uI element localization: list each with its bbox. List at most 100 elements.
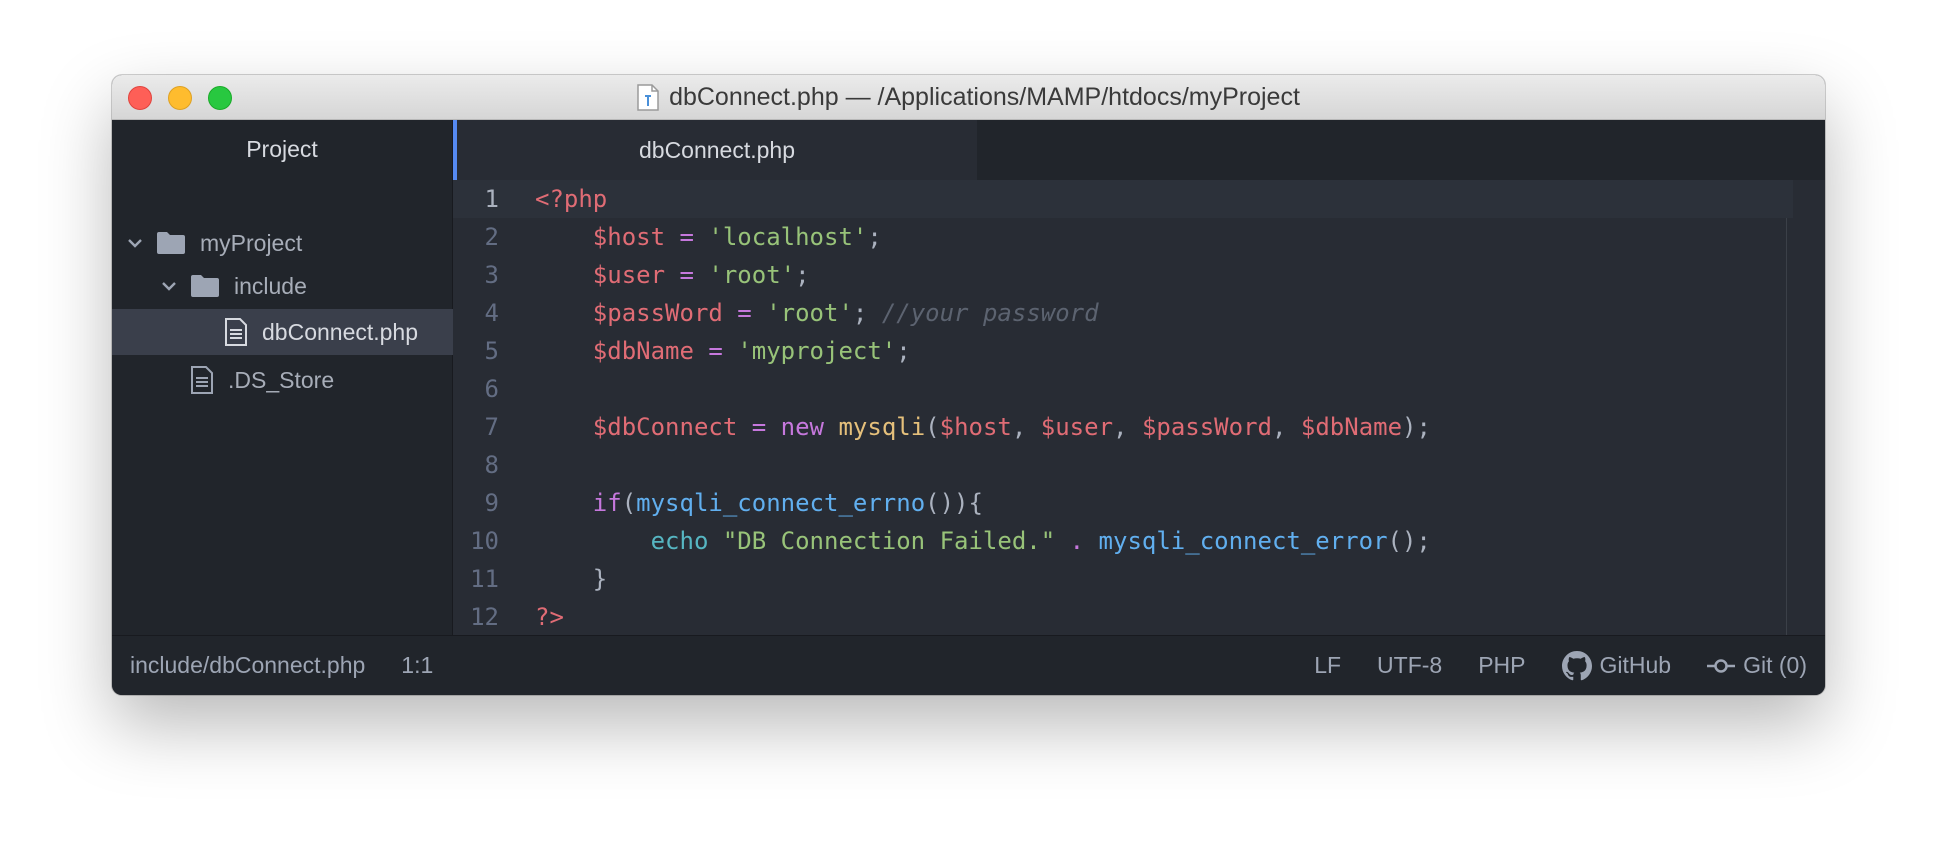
code-token: ();: [1387, 527, 1431, 555]
line-number[interactable]: 2: [453, 218, 499, 256]
folder-icon: [190, 274, 220, 298]
title-bar[interactable]: dbConnect.php — /Applications/MAMP/htdoc…: [112, 75, 1825, 120]
code-token: $dbConnect: [592, 413, 738, 441]
code-token: ()){: [925, 489, 983, 517]
code-line[interactable]: 9 if(mysqli_connect_errno()){: [453, 484, 1793, 522]
code-line-text: $host = 'localhost';: [535, 218, 882, 256]
line-number[interactable]: 3: [453, 256, 499, 294]
code-token: new: [780, 413, 825, 441]
code-token: $passWord: [1141, 413, 1272, 441]
tab-dbconnect-php[interactable]: dbConnect.php: [453, 120, 977, 180]
code-token: =: [737, 413, 781, 441]
code-line[interactable]: 7 $dbConnect = new mysqli($host, $user, …: [453, 408, 1793, 446]
code-token: $host: [939, 413, 1012, 441]
code-token: echo: [650, 527, 709, 555]
line-number[interactable]: 9: [453, 484, 499, 522]
code-line-text: echo "DB Connection Failed." . mysqli_co…: [535, 522, 1431, 560]
code-line-text: $dbName = 'myproject';: [535, 332, 911, 370]
github-icon: [1561, 650, 1592, 681]
code-token: mysqli: [838, 413, 926, 441]
status-github-button[interactable]: GitHub: [1561, 650, 1672, 681]
tree-item-label: myProject: [200, 229, 303, 256]
code-token: 'root': [766, 299, 853, 327]
window-title: dbConnect.php — /Applications/MAMP/htdoc…: [112, 75, 1825, 120]
code-line[interactable]: 3 $user = 'root';: [453, 256, 1793, 294]
php-file-icon: [637, 84, 659, 111]
status-file-path[interactable]: include/dbConnect.php: [130, 652, 365, 679]
code-token: ,: [1271, 413, 1301, 441]
code-line[interactable]: 5 $dbName = 'myproject';: [453, 332, 1793, 370]
tree-item-label: dbConnect.php: [262, 318, 419, 345]
line-number[interactable]: 5: [453, 332, 499, 370]
code-line[interactable]: 12 ?>: [453, 598, 1793, 636]
line-number[interactable]: 7: [453, 408, 499, 446]
status-cursor-position[interactable]: 1:1: [401, 652, 433, 679]
status-grammar[interactable]: PHP: [1478, 652, 1525, 679]
tree-item-label: .DS_Store: [228, 366, 335, 393]
code-token: ;: [867, 223, 882, 251]
code-token: ;: [852, 299, 882, 327]
folder-icon: [156, 231, 186, 255]
code-line-text: $passWord = 'root'; //your password: [535, 294, 1099, 332]
code-token: 'root': [708, 261, 796, 289]
code-token: 'myproject': [737, 337, 897, 365]
code-line[interactable]: 4 $passWord = 'root'; //your password: [453, 294, 1793, 332]
code-line-text: <?php: [535, 180, 607, 218]
tab-bar: dbConnect.php: [453, 120, 1825, 180]
line-number[interactable]: 12: [453, 598, 499, 636]
line-number[interactable]: 8: [453, 446, 499, 484]
code-token: //your password: [881, 299, 1099, 327]
editor-window: dbConnect.php — /Applications/MAMP/htdoc…: [112, 75, 1825, 695]
code-token: );: [1402, 413, 1431, 441]
code-token: mysqli_connect_error: [1098, 527, 1388, 555]
code-text-area[interactable]: 1 <?php 2 $host = 'localhost'; 3 $user = 'r…: [453, 180, 1825, 635]
code-line[interactable]: 2 $host = 'localhost';: [453, 218, 1793, 256]
code-line[interactable]: 1 <?php: [453, 180, 1793, 218]
github-label: GitHub: [1599, 652, 1672, 678]
project-panel-header: Project: [246, 135, 318, 162]
tab-label: dbConnect.php: [638, 136, 795, 163]
code-line[interactable]: 11 }: [453, 560, 1793, 598]
file-text-icon: [190, 366, 214, 394]
code-token: ;: [795, 261, 810, 289]
line-number[interactable]: 11: [453, 560, 499, 598]
code-token: =: [665, 261, 709, 289]
status-line-ending[interactable]: LF: [1314, 652, 1341, 679]
line-number[interactable]: 6: [453, 370, 499, 408]
code-line[interactable]: 8: [453, 446, 1793, 484]
tree-item-myproject[interactable]: myProject: [112, 220, 464, 266]
code-token: =: [722, 299, 767, 327]
tree-item-include[interactable]: include: [112, 263, 498, 309]
code-token: .: [1069, 527, 1085, 555]
code-token: $dbName: [1300, 413, 1403, 441]
code-token: ?>: [535, 603, 564, 631]
code-token: $host: [592, 223, 666, 251]
chevron-down-icon[interactable]: [158, 280, 180, 292]
git-label: Git (0): [1743, 652, 1807, 678]
code-line-text: $dbConnect = new mysqli($host, $user, $p…: [535, 408, 1431, 446]
chevron-down-icon[interactable]: [124, 237, 146, 249]
code-token: <?php: [535, 185, 608, 213]
code-token: ,: [1011, 413, 1041, 441]
line-number[interactable]: 10: [453, 522, 499, 560]
code-token: (: [621, 489, 637, 517]
file-text-icon: [224, 318, 248, 346]
code-line[interactable]: 6: [453, 370, 1793, 408]
code-token: if: [592, 489, 622, 517]
code-token: $dbName: [592, 337, 694, 365]
code-editor[interactable]: dbConnect.php 1 <?php 2 $host = 'localhost…: [453, 120, 1825, 635]
status-git-button[interactable]: Git (0): [1707, 652, 1807, 679]
line-number[interactable]: 1: [453, 180, 499, 218]
status-encoding[interactable]: UTF-8: [1377, 652, 1442, 679]
project-tree-panel: Project myProject include dbConnect.php …: [112, 120, 564, 635]
line-number[interactable]: 4: [453, 294, 499, 332]
code-line[interactable]: 10 echo "DB Connection Failed." . mysqli…: [453, 522, 1793, 560]
code-line-text: }: [535, 560, 607, 598]
